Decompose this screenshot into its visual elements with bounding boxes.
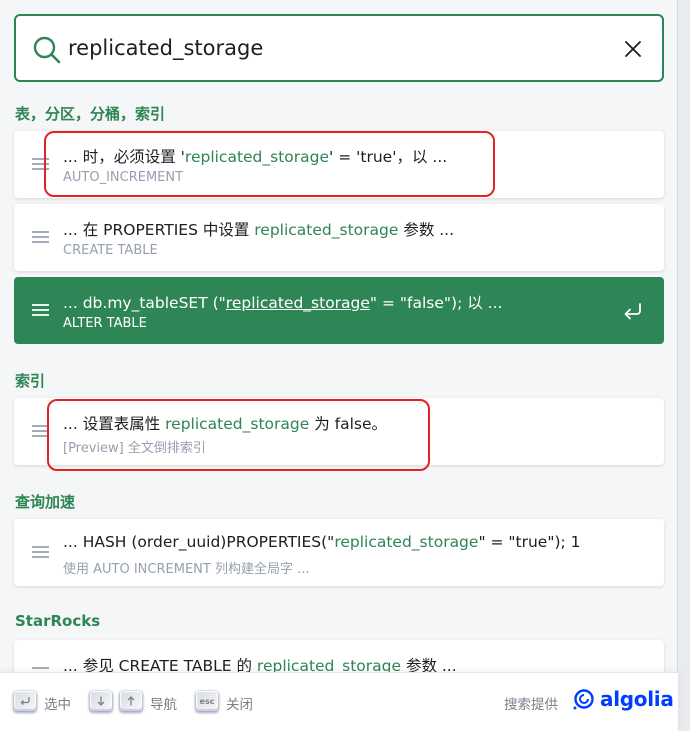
search-hit[interactable]: ... HASH (order_uuid)PROPERTIES("replica…	[14, 519, 664, 586]
esc-key: esc	[196, 691, 218, 711]
section-title: 表，分区，分桶，索引	[15, 105, 166, 123]
algolia-brand[interactable]: algolia	[600, 687, 674, 711]
section-title: 索引	[15, 372, 46, 390]
hit-path: CREATE TABLE	[63, 243, 158, 258]
search-footer: 选中 导航 esc 关闭 搜索提供 algolia	[0, 672, 678, 731]
arrow-down-icon	[97, 696, 105, 706]
search-hit-selected[interactable]: ... db.my_tableSET ("replicated_storage"…	[14, 277, 664, 344]
hit-lines-icon	[32, 304, 49, 316]
select-label: 选中	[44, 697, 71, 713]
hit-title: ... db.my_tableSET ("replicated_storage"…	[63, 294, 503, 312]
enter-key-icon	[20, 697, 30, 705]
arrow-up-icon	[127, 696, 135, 706]
arrow-up-key	[120, 691, 142, 711]
close-label: 关闭	[226, 697, 253, 713]
esc-key-label: esc	[199, 696, 215, 706]
search-hit[interactable]: ... 在 PROPERTIES 中设置 replicated_storage …	[14, 204, 664, 271]
search-modal: 表，分区，分桶，索引 ... 时，必须设置 'replicated_storag…	[0, 0, 678, 731]
hit-path: 使用 AUTO INCREMENT 列构建全局字 ...	[63, 562, 310, 577]
navigate-label: 导航	[150, 697, 177, 713]
hit-lines-icon	[32, 231, 49, 243]
section-title: StarRocks	[15, 612, 101, 630]
powered-by-label: 搜索提供	[504, 697, 558, 713]
algolia-logo-icon[interactable]	[572, 688, 594, 710]
search-form[interactable]	[14, 14, 664, 82]
search-icon	[33, 36, 61, 64]
hit-highlight: replicated_storage	[334, 533, 479, 551]
section-title: 查询加速	[15, 493, 76, 511]
arrow-down-key	[90, 691, 112, 711]
hit-lines-icon	[32, 546, 49, 558]
annotation-box	[44, 131, 495, 197]
hit-path: ALTER TABLE	[63, 316, 147, 331]
enter-icon	[624, 303, 641, 320]
hit-title: ... 在 PROPERTIES 中设置 replicated_storage …	[63, 221, 455, 239]
hit-highlight: replicated_storage	[254, 221, 399, 239]
hit-title: ... HASH (order_uuid)PROPERTIES("replica…	[63, 533, 581, 551]
close-icon[interactable]	[624, 40, 642, 58]
annotation-box	[47, 399, 430, 471]
search-input[interactable]	[68, 30, 608, 66]
hit-highlight: replicated_storage	[225, 294, 370, 312]
enter-key	[14, 691, 36, 711]
